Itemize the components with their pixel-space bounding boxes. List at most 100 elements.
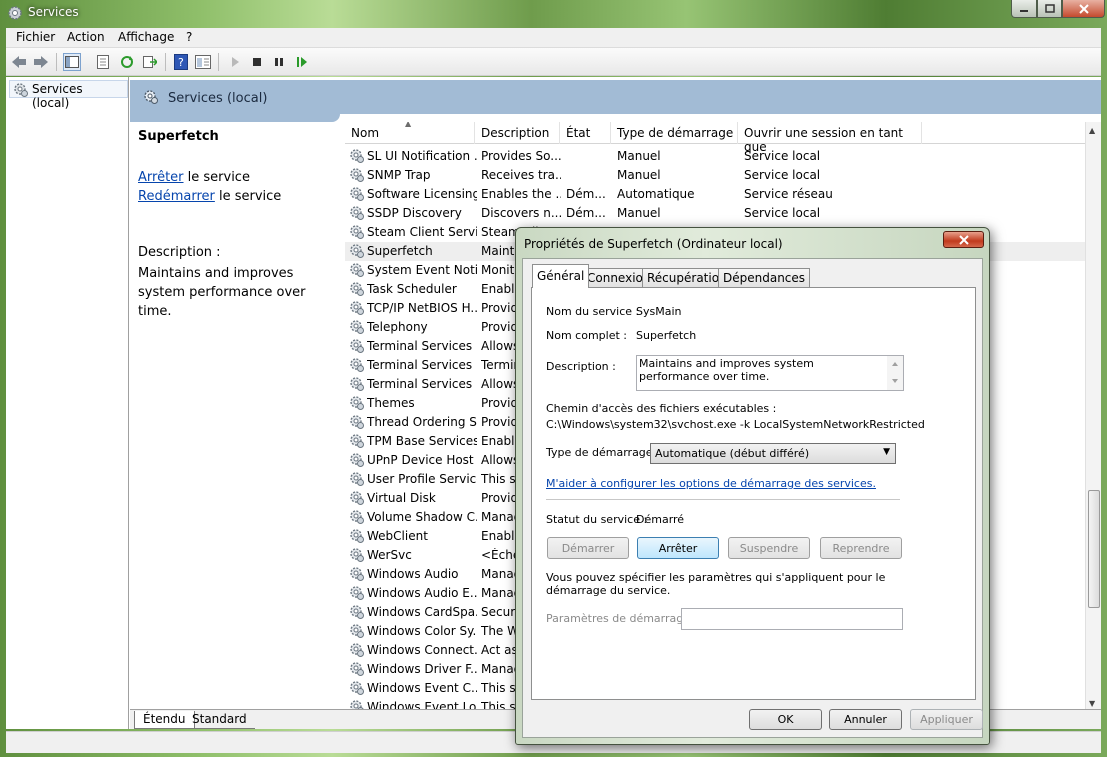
service-gear-icon <box>350 206 364 220</box>
service-name-cell: Software Licensing <box>367 187 477 201</box>
logon-cell: Service local <box>744 149 821 163</box>
scroll-down-icon[interactable] <box>887 373 903 390</box>
executable-path-label: Chemin d'accès des fichiers exécutables … <box>546 402 777 415</box>
toolbar-separator <box>165 53 166 71</box>
startup-help-link[interactable]: M'aider à configurer les options de déma… <box>546 477 876 490</box>
maximize-button[interactable] <box>1037 0 1062 18</box>
service-gear-icon <box>350 624 364 638</box>
startup-type-select[interactable]: Automatique (début différé) ▼ <box>650 443 896 464</box>
menu-view[interactable]: Affichage <box>118 30 174 44</box>
service-description-cell: Discovers n... <box>481 206 561 220</box>
service-gear-icon <box>350 187 364 201</box>
pane-title: Services (local) <box>168 91 268 106</box>
column-header-startup-type[interactable]: Type de démarrage <box>611 122 738 144</box>
column-name-label: Nom <box>351 126 380 140</box>
cancel-button[interactable]: Annuler <box>829 709 902 730</box>
service-name-cell: Windows Audio <box>367 567 459 581</box>
service-description: Maintains and improves system performanc… <box>138 266 306 319</box>
service-name-cell: User Profile Service <box>367 472 477 486</box>
scroll-up-icon[interactable] <box>887 356 903 373</box>
startup-type-label: Type de démarrage : <box>546 446 660 459</box>
column-header-state[interactable]: État <box>560 122 611 144</box>
ok-button[interactable]: OK <box>749 709 822 730</box>
pause-service-button[interactable]: Suspendre <box>728 537 810 559</box>
executable-path-value: C:\Windows\system32\svchost.exe -k Local… <box>546 418 925 431</box>
service-name-cell: Windows Event C... <box>367 681 477 695</box>
menu-action[interactable]: Action <box>67 30 105 44</box>
start-parameters-label: Paramètres de démarrage : <box>546 612 698 625</box>
title-bar[interactable]: Services <box>0 0 1107 26</box>
stop-icon[interactable] <box>248 53 266 71</box>
stop-service-link[interactable]: Arrêter <box>138 170 184 185</box>
service-gear-icon <box>350 491 364 505</box>
restart-service-text: le service <box>214 189 282 204</box>
service-name-cell: Themes <box>367 396 415 410</box>
console-view-icon[interactable] <box>194 53 212 71</box>
back-arrow-icon[interactable] <box>10 53 28 71</box>
help-icon[interactable]: ? <box>172 53 190 71</box>
vertical-scrollbar[interactable]: ▲ ▼ <box>1085 122 1101 712</box>
scrollbar-thumb[interactable] <box>1088 490 1100 608</box>
display-name-label: Nom complet : <box>546 329 627 342</box>
service-description-cell: Enables the ... <box>481 187 561 201</box>
service-name-cell: Virtual Disk <box>367 491 436 505</box>
service-name-cell: Volume Shadow C... <box>367 510 477 524</box>
resume-icon[interactable] <box>293 53 311 71</box>
tab-dependencies[interactable]: Dépendances <box>718 268 811 288</box>
close-button[interactable] <box>1062 0 1105 18</box>
separator <box>546 499 900 500</box>
service-status-value: Démarré <box>636 513 685 526</box>
menu-file[interactable]: Fichier <box>16 30 55 44</box>
service-gear-icon <box>350 225 364 239</box>
properties-dialog: Propriétés de Superfetch (Ordinateur loc… <box>515 227 990 745</box>
service-gear-icon <box>350 244 364 258</box>
dialog-close-button[interactable] <box>943 231 984 248</box>
service-name-value: SysMain <box>636 305 682 318</box>
column-header-description[interactable]: Description <box>475 122 560 144</box>
column-header-name[interactable]: Nom ▲ <box>345 122 475 144</box>
scroll-down-icon[interactable]: ▼ <box>1089 699 1095 708</box>
export-list-icon[interactable] <box>141 53 159 71</box>
window-title: Services <box>28 5 79 19</box>
service-name-cell: SSDP Discovery <box>367 206 462 220</box>
service-description-cell: Provides So... <box>481 149 561 163</box>
properties-icon[interactable] <box>94 53 112 71</box>
minimize-button[interactable] <box>1011 0 1037 18</box>
restart-service-link[interactable]: Redémarrer <box>138 189 215 204</box>
table-row[interactable]: SSDP Discovery Discovers n... Dém... Manuel… <box>345 204 1085 223</box>
service-gear-icon <box>350 529 364 543</box>
resume-service-button[interactable]: Reprendre <box>820 537 902 559</box>
tree-item-services-local[interactable]: Services (local) <box>9 80 128 110</box>
table-row[interactable]: SL UI Notification ... Provides So... Manu… <box>345 147 1085 166</box>
tab-general[interactable]: Général <box>532 264 590 288</box>
table-row[interactable]: Software Licensing Enables the ... Dém... A… <box>345 185 1085 204</box>
svg-text:?: ? <box>178 56 184 69</box>
table-row[interactable]: SNMP Trap Receives tra... Manuel Service lo… <box>345 166 1085 185</box>
chevron-down-icon: ▼ <box>883 447 890 457</box>
service-gear-icon <box>350 415 364 429</box>
pause-icon[interactable] <box>270 53 288 71</box>
show-hide-tree-icon[interactable] <box>63 53 81 71</box>
service-name-cell: Thread Ordering S... <box>367 415 477 429</box>
toolbar-separator <box>56 53 57 71</box>
refresh-icon[interactable] <box>118 53 136 71</box>
startup-type-cell: Manuel <box>617 206 661 220</box>
extended-panel: Superfetch Arrêter le service Redémarrer… <box>130 122 340 712</box>
stop-service-button[interactable]: Arrêter <box>637 537 719 559</box>
service-description-cell: Receives tra... <box>481 168 561 182</box>
play-icon[interactable] <box>226 53 244 71</box>
scroll-up-icon[interactable]: ▲ <box>1089 126 1095 135</box>
tab-standard[interactable]: Standard <box>184 711 255 729</box>
menu-help[interactable]: ? <box>186 30 192 44</box>
start-service-button[interactable]: Démarrer <box>547 537 629 559</box>
service-name-cell: Windows CardSpa... <box>367 605 477 619</box>
start-parameters-input[interactable] <box>681 608 903 630</box>
maximize-icon <box>1044 4 1055 13</box>
description-textbox[interactable]: Maintains and improves system performanc… <box>636 355 904 391</box>
forward-arrow-icon[interactable] <box>32 53 50 71</box>
description-label: Description : <box>546 360 616 373</box>
description-scrollbar[interactable] <box>887 356 903 390</box>
apply-button[interactable]: Appliquer <box>910 709 983 730</box>
service-gear-icon <box>350 605 364 619</box>
column-header-logon[interactable]: Ouvrir une session en tant que <box>738 122 922 154</box>
